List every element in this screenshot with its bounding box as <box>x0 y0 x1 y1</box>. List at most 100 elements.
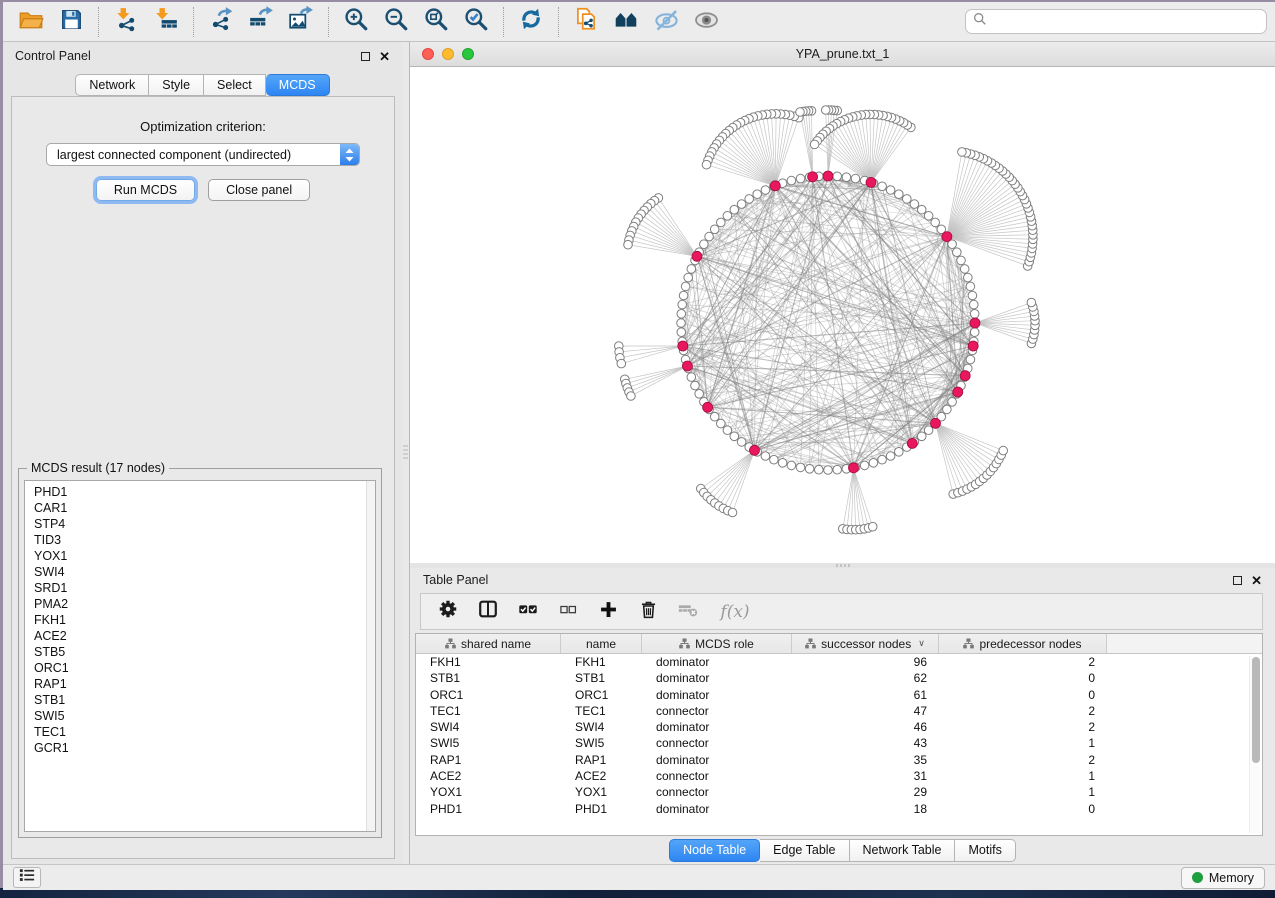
search-input[interactable] <box>992 15 1259 29</box>
hide-selected-button[interactable] <box>646 5 686 39</box>
table-row[interactable]: ORC1ORC1dominator610 <box>416 687 1262 703</box>
zoom-fit-button[interactable] <box>416 5 456 39</box>
tab-motifs[interactable]: Motifs <box>955 839 1015 862</box>
refresh-button[interactable] <box>511 5 551 39</box>
mcds-result-item[interactable]: TEC1 <box>34 724 375 740</box>
column-header-filler <box>1107 634 1262 653</box>
table-header-row: shared name name MCDS role s <box>416 634 1262 654</box>
mcds-result-item[interactable]: CAR1 <box>34 500 375 516</box>
mcds-result-item[interactable]: SWI4 <box>34 564 375 580</box>
zoom-out-button[interactable] <box>376 5 416 39</box>
table-row[interactable]: FKH1FKH1dominator962 <box>416 654 1262 670</box>
memory-button[interactable]: Memory <box>1181 867 1265 889</box>
mcds-result-item[interactable]: STP4 <box>34 516 375 532</box>
column-header-predecessor-nodes[interactable]: predecessor nodes <box>939 634 1107 653</box>
network-window-titlebar[interactable]: YPA_prune.txt_1 <box>410 42 1275 67</box>
vertical-splitter[interactable] <box>402 42 410 864</box>
export-network-button[interactable] <box>201 5 241 39</box>
scrollbar-thumb[interactable] <box>1252 657 1260 763</box>
search-field[interactable] <box>965 9 1267 34</box>
tab-style[interactable]: Style <box>149 74 204 96</box>
export-image-button[interactable] <box>281 5 321 39</box>
delete-columns-button[interactable] <box>633 597 663 627</box>
import-network-button[interactable] <box>106 5 146 39</box>
tab-node-table[interactable]: Node Table <box>669 839 760 862</box>
table-vertical-scrollbar[interactable] <box>1249 656 1260 833</box>
mcds-result-item[interactable]: ACE2 <box>34 628 375 644</box>
delete-table-icon <box>677 598 699 625</box>
deselect-all-columns-button[interactable] <box>553 597 583 627</box>
tab-edge-table[interactable]: Edge Table <box>760 839 849 862</box>
column-type-icon <box>805 638 816 649</box>
column-header-name[interactable]: name <box>561 634 642 653</box>
task-history-button[interactable] <box>13 867 41 888</box>
mcds-result-item[interactable]: SWI5 <box>34 708 375 724</box>
save-button[interactable] <box>51 5 91 39</box>
table-row[interactable]: ACE2ACE2connector311 <box>416 768 1262 784</box>
binoculars-icon <box>613 6 639 37</box>
table-cell: dominator <box>642 670 792 686</box>
table-cell: 29 <box>792 784 939 800</box>
table-panel-tabs: Node TableEdge TableNetwork TableMotifs <box>410 836 1275 864</box>
mcds-result-item[interactable]: GCR1 <box>34 740 375 756</box>
float-panel-icon[interactable] <box>361 52 370 61</box>
zoom-selected-button[interactable] <box>456 5 496 39</box>
mcds-result-item[interactable]: YOX1 <box>34 548 375 564</box>
toolbar-separator <box>98 7 99 37</box>
table-row[interactable]: SWI5SWI5connector431 <box>416 735 1262 751</box>
mcds-result-item[interactable]: STB1 <box>34 692 375 708</box>
table-cell: 31 <box>792 768 939 784</box>
tab-network-table[interactable]: Network Table <box>850 839 956 862</box>
eye-slash-icon <box>653 6 680 38</box>
tab-network[interactable]: Network <box>75 74 149 96</box>
node-table: shared name name MCDS role s <box>415 633 1263 836</box>
mcds-result-list[interactable]: PHD1CAR1STP4TID3YOX1SWI4SRD1PMA2FKH1ACE2… <box>24 480 376 832</box>
table-cell: 2 <box>939 719 1107 735</box>
mcds-result-item[interactable]: SRD1 <box>34 580 375 596</box>
float-panel-icon[interactable] <box>1233 576 1242 585</box>
table-cell: YOX1 <box>561 784 642 800</box>
close-panel-icon[interactable]: ✕ <box>379 52 390 61</box>
mcds-result-item[interactable]: PMA2 <box>34 596 375 612</box>
mcds-result-item[interactable]: RAP1 <box>34 676 375 692</box>
open-button[interactable] <box>11 5 51 39</box>
import-table-button[interactable] <box>146 5 186 39</box>
close-panel-icon[interactable]: ✕ <box>1251 576 1262 585</box>
table-row[interactable]: YOX1YOX1connector291 <box>416 784 1262 800</box>
select-all-columns-button[interactable] <box>513 597 543 627</box>
mcds-result-item[interactable]: STB5 <box>34 644 375 660</box>
mcds-result-item[interactable]: FKH1 <box>34 612 375 628</box>
table-cell-filler <box>1107 703 1262 719</box>
horizontal-splitter[interactable] <box>410 563 1275 568</box>
tab-mcds[interactable]: MCDS <box>266 74 330 96</box>
run-mcds-button[interactable]: Run MCDS <box>96 179 195 201</box>
table-row[interactable]: PHD1PHD1dominator180 <box>416 801 1262 817</box>
first-neighbors-button[interactable] <box>606 5 646 39</box>
network-canvas[interactable] <box>410 67 1275 563</box>
table-cell-filler <box>1107 670 1262 686</box>
table-settings-button[interactable] <box>433 597 463 627</box>
show-columns-button[interactable] <box>473 597 503 627</box>
column-header-shared-name[interactable]: shared name <box>416 634 561 653</box>
tab-select[interactable]: Select <box>204 74 266 96</box>
show-all-button[interactable] <box>686 5 726 39</box>
table-row[interactable]: SWI4SWI4dominator462 <box>416 719 1262 735</box>
table-row[interactable]: TEC1TEC1connector472 <box>416 703 1262 719</box>
clone-network-button[interactable] <box>566 5 606 39</box>
table-row[interactable]: RAP1RAP1dominator352 <box>416 752 1262 768</box>
result-list-scrollbar[interactable] <box>366 481 375 831</box>
column-header-mcds-role[interactable]: MCDS role <box>642 634 792 653</box>
criterion-select[interactable]: largest connected component (undirected) <box>46 143 360 166</box>
export-table-button[interactable] <box>241 5 281 39</box>
create-column-button[interactable] <box>593 597 623 627</box>
table-row[interactable]: STB1STB1dominator620 <box>416 670 1262 686</box>
network-graph[interactable] <box>410 67 1275 563</box>
column-header-successor-nodes[interactable]: successor nodes ∨ <box>792 634 939 653</box>
mcds-result-item[interactable]: PHD1 <box>34 484 375 500</box>
table-cell-filler <box>1107 801 1262 817</box>
mcds-result-item[interactable]: ORC1 <box>34 660 375 676</box>
zoom-in-button[interactable] <box>336 5 376 39</box>
table-cell: dominator <box>642 801 792 817</box>
mcds-result-item[interactable]: TID3 <box>34 532 375 548</box>
close-panel-button[interactable]: Close panel <box>208 179 310 201</box>
